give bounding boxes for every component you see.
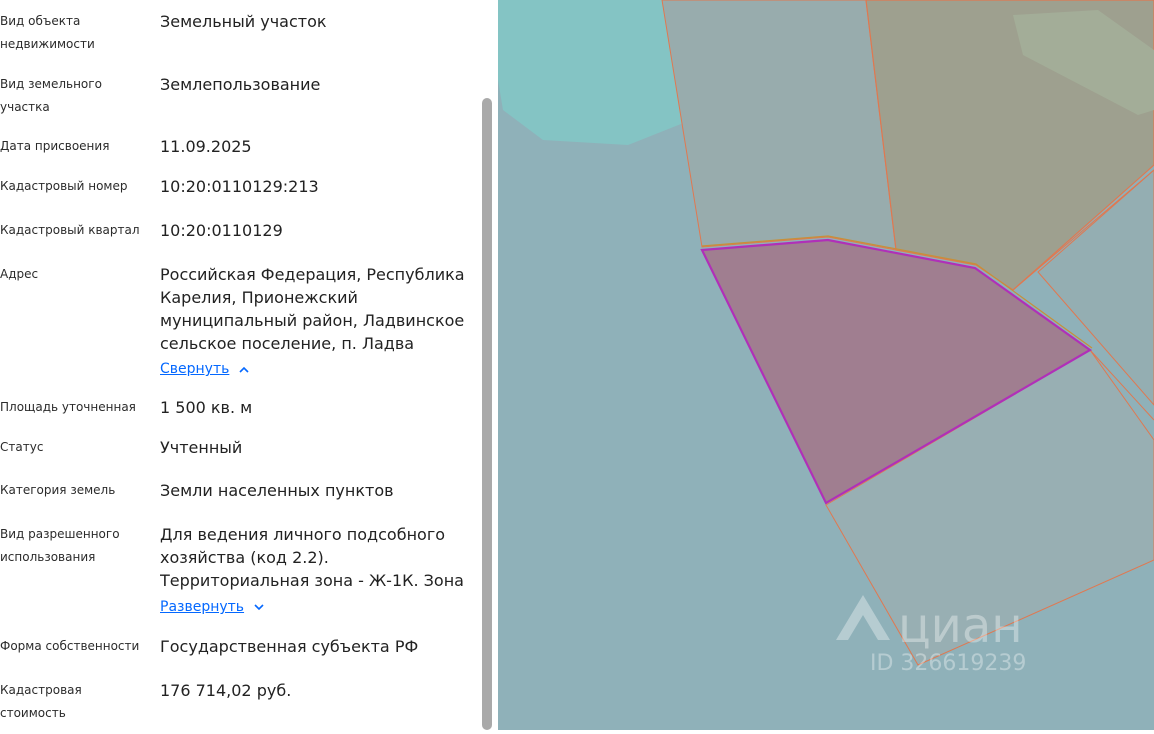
expand-permitted-use-link[interactable]: Развернуть bbox=[160, 597, 264, 617]
field-label: Кадастровый квартал bbox=[0, 223, 140, 237]
field-value: Земельный участок bbox=[160, 12, 327, 31]
field-value: Земли населенных пунктов bbox=[160, 481, 394, 500]
water-area bbox=[498, 0, 691, 145]
field-value: 176 714,02 руб. bbox=[160, 681, 292, 700]
field-value: 11.09.2025 bbox=[160, 137, 252, 156]
field-value: 10:20:0110129:213 bbox=[160, 177, 319, 196]
field-label: Вид земельного участка bbox=[0, 77, 102, 114]
field-value: Государственная субъекта РФ bbox=[160, 637, 419, 656]
property-info-panel: Вид объекта недвижимости Земельный участ… bbox=[0, 0, 482, 730]
map-canvas[interactable]: циан ID 326619239 bbox=[498, 0, 1154, 730]
scrollbar-thumb[interactable] bbox=[482, 98, 492, 730]
field-label: Кадастровый номер bbox=[0, 179, 128, 193]
chevron-up-icon bbox=[239, 359, 249, 379]
field-label: Площадь уточненная bbox=[0, 400, 136, 414]
chevron-down-icon bbox=[254, 597, 264, 617]
field-label: Вид разрешенного использования bbox=[0, 527, 120, 564]
watermark-brand: циан bbox=[898, 598, 1023, 654]
field-value: Учтенный bbox=[160, 438, 243, 457]
watermark-id: ID 326619239 bbox=[870, 651, 1026, 676]
field-label: Форма собственности bbox=[0, 639, 140, 653]
cadastral-map[interactable]: циан ID 326619239 bbox=[498, 0, 1154, 730]
field-value: Землепользование bbox=[160, 75, 321, 94]
field-value: Для ведения личного подсобного хозяйства… bbox=[160, 525, 464, 590]
parcel-north[interactable] bbox=[661, 0, 897, 251]
field-value: 1 500 кв. м bbox=[160, 398, 253, 417]
field-label: Дата присвоения bbox=[0, 139, 110, 153]
field-label: Вид объекта недвижимости bbox=[0, 14, 95, 51]
field-label: Кадастровая стоимость bbox=[0, 683, 82, 720]
collapse-address-link[interactable]: Свернуть bbox=[160, 359, 249, 379]
collapse-label: Свернуть bbox=[160, 361, 230, 377]
field-value: Российская Федерация, Республика Карелия… bbox=[160, 265, 465, 353]
field-label: Адрес bbox=[0, 267, 39, 281]
field-label: Статус bbox=[0, 440, 44, 454]
expand-label: Развернуть bbox=[160, 599, 245, 615]
field-label: Категория земель bbox=[0, 483, 116, 497]
field-value: 10:20:0110129 bbox=[160, 221, 283, 240]
